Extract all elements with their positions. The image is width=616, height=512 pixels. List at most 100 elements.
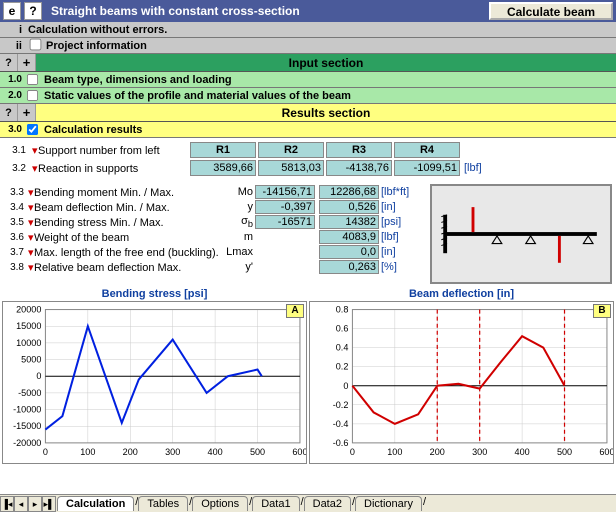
svg-text:0.6: 0.6 xyxy=(336,324,349,334)
calc-row-unit: [lbf*ft] xyxy=(379,185,419,199)
svg-text:-15000: -15000 xyxy=(13,422,41,432)
svg-text:500: 500 xyxy=(250,447,265,457)
calc-row-sym: m xyxy=(221,230,255,244)
svg-text:0: 0 xyxy=(350,447,355,457)
calc-row-unit: [in] xyxy=(379,245,419,259)
project-info-check[interactable] xyxy=(29,38,41,50)
r1-header: R1 xyxy=(190,142,256,158)
cell-31-label: Support number from left xyxy=(38,145,160,157)
svg-text:0: 0 xyxy=(343,381,348,391)
calc-row-num: 3.7 xyxy=(0,245,26,259)
calc-row-max: 0,263 xyxy=(319,260,379,274)
r4-header: R4 xyxy=(394,142,460,158)
calc-row-sym: σb xyxy=(221,215,255,229)
bending-stress-chart: A -20000-15000-10000-5000050001000015000… xyxy=(2,301,307,464)
svg-text:0.4: 0.4 xyxy=(336,343,349,353)
cell-31-num: 3.1 xyxy=(2,142,28,158)
calc-row-label: ▾Relative beam deflection Max. xyxy=(26,260,221,274)
svg-text:200: 200 xyxy=(430,447,445,457)
row-10-label: Beam type, dimensions and loading xyxy=(42,74,616,86)
calc-row-label: ▾Bending moment Min. / Max. xyxy=(26,185,221,199)
r3-value: -4138,76 xyxy=(326,160,392,176)
tab-data2[interactable]: Data2 xyxy=(304,496,351,511)
svg-text:-0.6: -0.6 xyxy=(333,438,349,448)
calculate-beam-button[interactable]: Calculate beam xyxy=(489,2,613,20)
tab-next-icon: ▸ xyxy=(28,496,42,512)
help-icon[interactable]: ? xyxy=(24,2,42,20)
svg-text:15000: 15000 xyxy=(16,322,41,332)
beam-schematic xyxy=(430,184,612,284)
svg-text:300: 300 xyxy=(472,447,487,457)
row-20-label: Static values of the profile and materia… xyxy=(42,90,616,102)
tab-dictionary[interactable]: Dictionary xyxy=(355,496,422,511)
calc-row-unit: [in] xyxy=(379,200,419,214)
tab-calculation[interactable]: Calculation xyxy=(57,496,134,511)
input-help-button[interactable]: ? xyxy=(0,54,18,71)
calc-row-unit: [lbf] xyxy=(379,230,419,244)
svg-text:500: 500 xyxy=(557,447,572,457)
svg-text:600: 600 xyxy=(292,447,306,457)
svg-text:0.8: 0.8 xyxy=(336,305,349,315)
reaction-unit: [lbf] xyxy=(462,160,484,176)
tab-prev-icon: ◂ xyxy=(14,496,28,512)
results-details-table: 3.3▾Bending moment Min. / Max.Mo-14156,7… xyxy=(0,184,419,275)
row-30-num: 3.0 xyxy=(0,124,26,135)
svg-text:-0.2: -0.2 xyxy=(333,400,349,410)
r3-header: R3 xyxy=(326,142,392,158)
svg-text:400: 400 xyxy=(208,447,223,457)
chart-a-badge: A xyxy=(286,304,304,318)
tab-options[interactable]: Options xyxy=(192,496,248,511)
calc-row-min: -16571 xyxy=(255,215,315,229)
calc-row-sym: y xyxy=(221,200,255,214)
svg-text:-5000: -5000 xyxy=(18,388,41,398)
results-help-button[interactable]: ? xyxy=(0,104,18,121)
tab-tables[interactable]: Tables xyxy=(138,496,188,511)
reactions-table: 3.1 ▾Support number from left R1 R2 R3 R… xyxy=(0,140,486,178)
calc-row-label: ▾Weight of the beam xyxy=(26,230,221,244)
row-10-check[interactable] xyxy=(27,74,38,85)
calc-row-max: 12286,68 xyxy=(319,185,379,199)
row-20-check[interactable] xyxy=(27,90,38,101)
calc-row-max: 14382 xyxy=(319,215,379,229)
calc-row-num: 3.4 xyxy=(0,200,26,214)
results-expand-button[interactable]: + xyxy=(18,104,36,121)
input-expand-button[interactable]: + xyxy=(18,54,36,71)
app-icon: e xyxy=(3,2,21,20)
svg-text:-20000: -20000 xyxy=(13,438,41,448)
tab-data1[interactable]: Data1 xyxy=(252,496,299,511)
svg-text:100: 100 xyxy=(80,447,95,457)
calc-row-max: 4083,9 xyxy=(319,230,379,244)
r4-value: -1099,51 xyxy=(394,160,460,176)
cell-32-label: Reaction in supports xyxy=(38,163,138,175)
beam-deflection-chart: B -0.6-0.4-0.200.20.40.60.80100200300400… xyxy=(309,301,614,464)
calc-row-max: 0,526 xyxy=(319,200,379,214)
calc-row-num: 3.3 xyxy=(0,185,26,199)
row-20-num: 2.0 xyxy=(0,90,26,101)
tab-nav[interactable]: ▐◂◂▸▸▌ xyxy=(0,496,56,512)
svg-text:0: 0 xyxy=(43,447,48,457)
calc-row-min: -14156,71 xyxy=(255,185,315,199)
calc-row-num: 3.8 xyxy=(0,260,26,274)
project-info-label: Project information xyxy=(44,40,616,52)
calc-row-label: ▾Bending stress Min. / Max. xyxy=(26,215,221,229)
tab-first-icon: ▐◂ xyxy=(0,496,14,512)
svg-text:10000: 10000 xyxy=(16,338,41,348)
calc-row-sym: Lmax xyxy=(221,245,255,259)
svg-text:100: 100 xyxy=(387,447,402,457)
beam-deflection-title: Beam deflection [in] xyxy=(309,288,614,301)
chart-b-badge: B xyxy=(593,304,611,318)
svg-text:300: 300 xyxy=(165,447,180,457)
cell-32-num: 3.2 xyxy=(2,160,28,176)
svg-text:400: 400 xyxy=(515,447,530,457)
calc-row-label: ▾Beam deflection Min. / Max. xyxy=(26,200,221,214)
r2-value: 5813,03 xyxy=(258,160,324,176)
calc-row-unit: [psi] xyxy=(379,215,419,229)
row-30-check[interactable] xyxy=(27,124,38,135)
svg-text:5000: 5000 xyxy=(21,355,41,365)
svg-text:600: 600 xyxy=(599,447,613,457)
calc-row-num: 3.5 xyxy=(0,215,26,229)
svg-text:0: 0 xyxy=(36,372,41,382)
calc-row-max: 0,0 xyxy=(319,245,379,259)
status-text: Calculation without errors. xyxy=(26,24,616,36)
row-30-label: Calculation results xyxy=(42,124,616,136)
